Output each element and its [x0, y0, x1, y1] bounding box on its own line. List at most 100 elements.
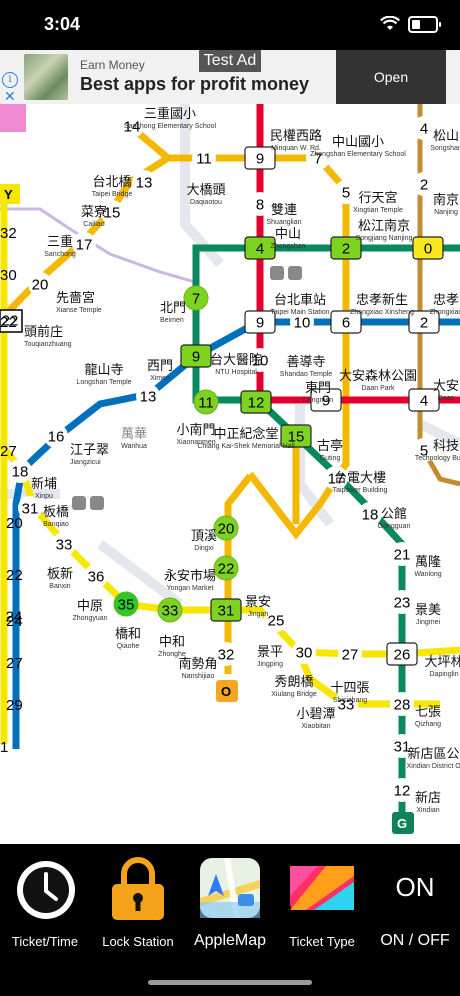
station-label[interactable]: 三重 Sanchong: [44, 234, 76, 258]
ticket-type-button[interactable]: Ticket Type: [278, 844, 366, 954]
station-label[interactable]: 頂溪 Dingxi: [191, 528, 217, 552]
station-name: 七張: [415, 704, 441, 719]
station-marker[interactable]: 32: [214, 642, 238, 666]
station-marker[interactable]: 30: [292, 640, 316, 664]
station-number: 10: [294, 315, 311, 332]
station-marker[interactable]: 18: [8, 459, 32, 483]
station-marker[interactable]: 16: [44, 424, 68, 448]
station-label[interactable]: 南勢角 Nanshijiao: [178, 656, 217, 680]
station-label[interactable]: 東門 Dongmen: [303, 380, 333, 404]
station-label[interactable]: 雙連 Shuanglian: [266, 202, 301, 226]
lock-station-button[interactable]: Lock Station: [94, 844, 182, 954]
station-label[interactable]: 忠孝新生 Zhongxiao Xinsheng: [350, 292, 414, 316]
station-label[interactable]: 中山 Zhongshan: [270, 226, 305, 250]
station-label[interactable]: 永安市場 Yongan Market: [164, 568, 216, 592]
station-marker[interactable]: 35: [113, 591, 139, 617]
ad-banner[interactable]: i ✕ Earn Money Best apps for profit mone…: [0, 50, 460, 104]
station-name-en: Nanjing: [434, 209, 458, 216]
station-name-en: Daan Park: [361, 385, 395, 392]
station-label[interactable]: 中原 Zhongyuan: [72, 598, 107, 622]
station-name-en: Xingtian Temple: [353, 207, 403, 214]
station-label[interactable]: 大安森林公園 Daan Park: [339, 368, 417, 392]
station-label[interactable]: 台北橋 Taipei Bridge: [92, 174, 133, 198]
station-label[interactable]: 台北車站 Taipei Main Station: [270, 292, 329, 316]
station-label[interactable]: 先嗇宮 Xianse Temple: [56, 290, 102, 314]
station-label[interactable]: 忠孝 Zhongxiao: [430, 292, 460, 316]
station-label[interactable]: 景安 Jingan: [245, 594, 271, 618]
station-label[interactable]: 橋和 Qiaohe: [115, 626, 141, 650]
station-marker[interactable]: 33: [157, 597, 183, 623]
station-marker[interactable]: 22: [2, 313, 19, 330]
ad-open-button[interactable]: Open: [336, 50, 446, 104]
apple-map-button[interactable]: AppleMap: [188, 844, 272, 954]
station-label[interactable]: 板新 Banxin: [47, 566, 73, 590]
station-marker[interactable]: 26: [386, 642, 418, 666]
station-label[interactable]: 七張 Qizhang: [415, 704, 441, 728]
station-marker[interactable]: 28: [390, 692, 414, 716]
ticket-time-button[interactable]: Ticket/Time: [2, 844, 88, 954]
ad-close-icon[interactable]: ✕: [4, 88, 16, 105]
clock-icon: [17, 861, 75, 919]
station-label[interactable]: 古亭 Guting: [317, 438, 343, 462]
station-label[interactable]: 松山 Songshan: [430, 128, 460, 152]
station-marker[interactable]: 33: [52, 532, 76, 556]
station-label[interactable]: 中和Zhonghe: [158, 634, 186, 658]
station-label[interactable]: 台電大樓 Taipower Building: [333, 470, 388, 494]
station-marker[interactable]: 23: [390, 590, 414, 614]
station-label[interactable]: 新店區公所 Xindian District Office: [407, 746, 460, 770]
ad-headline[interactable]: Best apps for profit money: [80, 74, 309, 95]
station-label[interactable]: 大坪林 Dapinglin: [424, 654, 460, 678]
ad-info-icon[interactable]: i: [2, 72, 18, 88]
station-label[interactable]: 新店 Xindian: [415, 790, 441, 814]
station-marker[interactable]: 9: [180, 344, 212, 368]
station-marker[interactable]: 27: [338, 642, 362, 666]
station-marker[interactable]: 20: [213, 515, 239, 541]
station-marker[interactable]: 22: [213, 555, 239, 581]
station-marker[interactable]: 21: [390, 542, 414, 566]
on-off-button[interactable]: ON ON / OFF: [372, 844, 458, 954]
station-name-en: Qizhang: [415, 721, 441, 728]
station-label[interactable]: 萬華 Wanhua: [121, 426, 147, 450]
station-label[interactable]: 民權西路Minquan W. Rd.: [270, 128, 322, 152]
metro-map[interactable]: Y 32 30 27 20 22 24 27 29 1 22 14 11 9 7 4 2 1…: [0, 104, 460, 844]
station-marker[interactable]: 13: [136, 384, 160, 408]
station-label[interactable]: 南京 Nanjing: [433, 192, 459, 216]
station-label[interactable]: 頭前庄 Touqianzhuang: [24, 324, 72, 348]
station-label[interactable]: 菜寮 Cailiao: [81, 204, 107, 228]
station-label[interactable]: 景平 Jingping: [257, 644, 283, 668]
station-label[interactable]: 景美 Jingmei: [415, 602, 441, 626]
station-marker[interactable]: 8: [248, 192, 272, 216]
station-label[interactable]: 北門 Beimen: [160, 300, 186, 324]
station-marker[interactable]: 12: [390, 778, 414, 802]
station-marker[interactable]: 5: [334, 180, 358, 204]
station-number: 22: [2, 313, 19, 330]
station-marker[interactable]: 7: [183, 285, 209, 311]
station-name-en: Shisizhang: [333, 697, 367, 704]
station-label[interactable]: 江子翠 Jiangzicui: [70, 442, 109, 466]
station-label[interactable]: 秀朗橋 Xiulang Bridge: [271, 674, 317, 698]
station-marker[interactable]: 24: [6, 609, 23, 626]
station-label[interactable]: 中山國小 Zhongshan Elementary School: [310, 134, 406, 158]
station-marker[interactable]: 11: [193, 389, 219, 415]
station-label[interactable]: 公館 Gongguan: [378, 506, 411, 530]
station-label[interactable]: 萬隆 Wanlong: [414, 554, 441, 578]
station-marker[interactable]: 20: [28, 272, 52, 296]
station-label[interactable]: 小碧潭 Xiaobitan: [296, 706, 335, 730]
station-name: 松江南京: [358, 218, 410, 233]
station-label[interactable]: 十四張 Shisizhang: [330, 680, 369, 704]
station-label[interactable]: 龍山寺 Longshan Temple: [76, 362, 131, 386]
station-marker[interactable]: 12: [240, 390, 272, 414]
station-marker[interactable]: 13: [132, 170, 156, 194]
station-marker[interactable]: 33: [334, 692, 358, 716]
station-label[interactable]: 西門 Ximen: [147, 358, 173, 382]
station-label[interactable]: 板橋 Banqiao: [43, 504, 69, 528]
station-marker[interactable]: 31: [210, 598, 242, 622]
station-label[interactable]: 台大醫院 NTU Hospital: [210, 352, 262, 376]
station-label[interactable]: 松江南京 Songjiang Nanjing: [356, 218, 413, 242]
station-marker[interactable]: 11: [192, 146, 216, 170]
station-label[interactable]: 善導寺 Shandao Temple: [280, 354, 333, 378]
station-marker[interactable]: 36: [84, 564, 108, 588]
station-label[interactable]: 大橋頭 Daqiaotou: [186, 182, 225, 206]
station-label[interactable]: 行天宮 Xingtian Temple: [353, 190, 403, 214]
station-marker[interactable]: 0: [412, 236, 444, 260]
